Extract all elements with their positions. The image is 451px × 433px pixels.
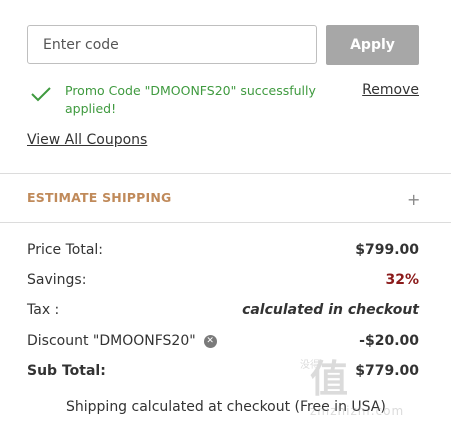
subtotal-value: $779.00 xyxy=(355,363,419,379)
checkmark-icon xyxy=(31,87,51,102)
discount-value: -$20.00 xyxy=(359,333,419,349)
price-total-row: Price Total: $799.00 xyxy=(27,238,419,268)
tax-label: Tax : xyxy=(27,302,60,318)
discount-label-wrap: Discount "DMOONFS20" ✕ xyxy=(27,333,217,349)
discount-row: Discount "DMOONFS20" ✕ -$20.00 xyxy=(27,329,419,359)
plus-icon[interactable]: + xyxy=(407,192,420,208)
view-all-coupons-link[interactable]: View All Coupons xyxy=(27,132,147,148)
estimate-shipping-title: ESTIMATE SHIPPING xyxy=(27,190,172,205)
apply-button[interactable]: Apply xyxy=(326,25,419,65)
subtotal-label: Sub Total: xyxy=(27,363,106,379)
remove-discount-icon[interactable]: ✕ xyxy=(203,334,217,348)
order-summary: Price Total: $799.00 Savings: 32% Tax : … xyxy=(27,238,419,389)
promo-code-row: Apply xyxy=(27,25,419,65)
success-text: Promo Code "DMOONFS20" successfully appl… xyxy=(65,83,316,116)
subtotal-row: Sub Total: $779.00 xyxy=(27,359,419,389)
savings-value: 32% xyxy=(385,272,419,288)
price-total-value: $799.00 xyxy=(355,242,419,258)
tax-value: calculated in checkout xyxy=(242,302,419,318)
discount-label: Discount "DMOONFS20" xyxy=(27,333,196,349)
divider xyxy=(0,173,451,174)
savings-label: Savings: xyxy=(27,272,87,288)
price-total-label: Price Total: xyxy=(27,242,104,258)
remove-promo-link[interactable]: Remove xyxy=(362,82,419,98)
savings-row: Savings: 32% xyxy=(27,268,419,298)
promo-success-message: Promo Code "DMOONFS20" successfully appl… xyxy=(27,82,419,122)
divider xyxy=(0,222,451,223)
tax-row: Tax : calculated in checkout xyxy=(27,298,419,328)
shipping-note: Shipping calculated at checkout (Free in… xyxy=(66,399,386,415)
promo-code-input[interactable] xyxy=(27,25,317,64)
